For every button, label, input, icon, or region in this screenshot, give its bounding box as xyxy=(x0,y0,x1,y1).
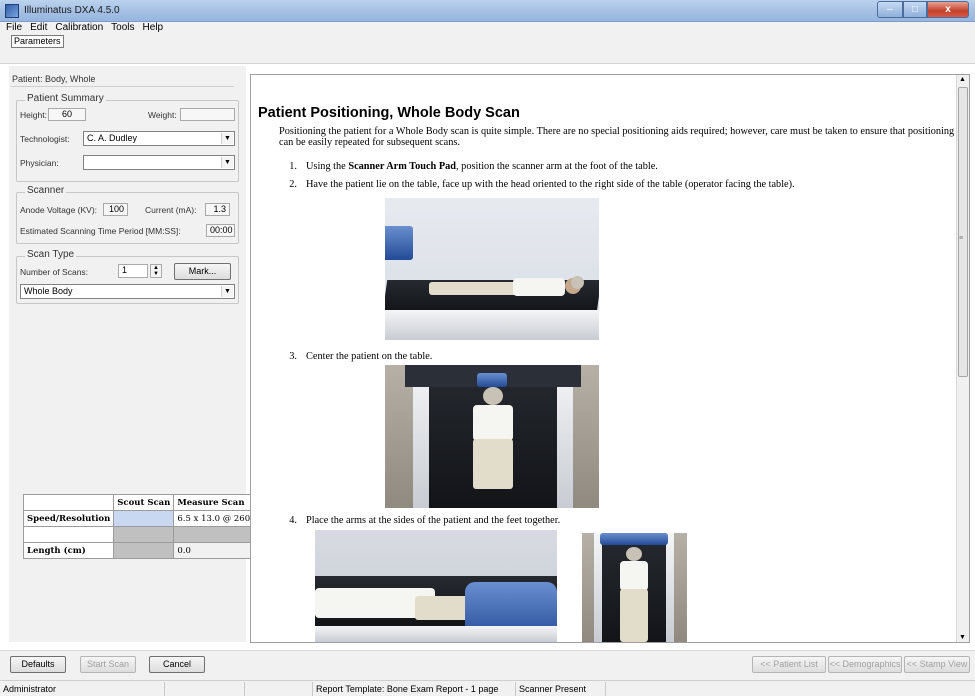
close-button[interactable]: x xyxy=(927,1,969,18)
number-of-scans-field[interactable]: 1 xyxy=(118,264,148,278)
status-empty-2 xyxy=(245,682,313,696)
step-text: , position the scanner arm at the foot o… xyxy=(456,161,658,172)
speed-resolution-label: Speed/Resolution xyxy=(22,510,115,527)
status-bar: Administrator Report Template: Bone Exam… xyxy=(0,680,975,696)
scroll-up-icon[interactable]: ▲ xyxy=(959,76,966,83)
length-label: Length (cm) xyxy=(22,542,115,559)
photo-feet-together xyxy=(582,533,687,642)
scan-time-field: 00:00 xyxy=(206,224,235,237)
tab-parameters[interactable]: Parameters xyxy=(11,35,64,48)
menu-file[interactable]: File xyxy=(0,22,26,34)
mark-button[interactable]: Mark... xyxy=(174,263,231,280)
step-text: Center the patient on the table. xyxy=(306,351,433,362)
measure-speed-cell[interactable]: 6.5 x 13.0 @ 260.0 xyxy=(173,510,263,527)
parameters-panel: Patient: Body, Whole Patient Summary Hei… xyxy=(9,66,263,696)
scout-length-cell xyxy=(113,542,175,559)
help-document-panel: Patient Positioning, Whole Body Scan Pos… xyxy=(250,74,970,643)
scanner-group: Scanner Anode Voltage (KV): 100 Current … xyxy=(16,185,239,244)
height-label: Height: xyxy=(20,110,47,120)
menu-bar: File Edit Calibration Tools Help xyxy=(0,22,975,34)
minimize-button[interactable]: – xyxy=(877,1,903,18)
step-text: Place the arms at the sides of the patie… xyxy=(306,515,561,526)
scout-scan-header: Scout Scan xyxy=(113,494,175,511)
step-bold-text: Scanner Arm Touch Pad xyxy=(348,161,457,172)
patient-list-button[interactable]: << Patient List xyxy=(752,656,826,673)
document-content: Patient Positioning, Whole Body Scan Pos… xyxy=(251,75,957,642)
scanner-title: Scanner xyxy=(25,185,67,196)
number-of-scans-label: Number of Scans: xyxy=(20,267,89,277)
status-empty-1 xyxy=(165,682,245,696)
scan-type-select[interactable]: Whole Body ▼ xyxy=(20,284,235,299)
weight-field[interactable] xyxy=(180,108,235,121)
stamp-view-button[interactable]: << Stamp View xyxy=(904,656,970,673)
document-intro: Positioning the patient for a Whole Body… xyxy=(279,126,955,148)
physician-label: Physician: xyxy=(20,158,59,168)
title-bar: Illuminatus DXA 4.5.0 – □ x xyxy=(0,0,975,22)
chevron-down-icon[interactable]: ▼ xyxy=(221,286,233,297)
scout-speed-cell[interactable] xyxy=(113,510,175,527)
anode-voltage-label: Anode Voltage (KV): xyxy=(20,205,98,215)
photo-arms-at-sides xyxy=(315,530,557,642)
measure-spacer-cell xyxy=(173,526,263,543)
status-empty-3 xyxy=(606,682,975,696)
chevron-down-icon[interactable]: ▼ xyxy=(221,157,233,168)
physician-select[interactable]: ▼ xyxy=(83,155,235,170)
scan-type-title: Scan Type xyxy=(25,249,77,260)
maximize-button[interactable]: □ xyxy=(903,1,927,18)
patient-summary-group: Patient Summary Height: 60 Weight: Techn… xyxy=(16,93,239,182)
patient-summary-title: Patient Summary xyxy=(25,93,106,104)
app-icon xyxy=(5,4,19,18)
document-title: Patient Positioning, Whole Body Scan xyxy=(258,105,520,121)
document-vertical-scrollbar[interactable]: ▲ ≡ ▼ xyxy=(956,75,969,642)
scan-type-group: Scan Type Number of Scans: 1 ▲ ▼ Mark... … xyxy=(16,249,239,304)
technologist-value: C. A. Dudley xyxy=(87,133,138,143)
current-label: Current (mA): xyxy=(145,205,197,215)
height-field[interactable]: 60 xyxy=(48,108,86,121)
photo-patient-centered-on-table xyxy=(385,365,599,508)
demographics-button[interactable]: << Demographics xyxy=(828,656,902,673)
technologist-select[interactable]: C. A. Dudley ▼ xyxy=(83,131,235,146)
menu-calibration[interactable]: Calibration xyxy=(51,22,107,34)
cancel-button[interactable]: Cancel xyxy=(149,656,205,673)
anode-voltage-field: 100 xyxy=(103,203,128,216)
bottom-button-bar: Defaults Start Scan Cancel << Patient Li… xyxy=(0,650,975,680)
menu-help[interactable]: Help xyxy=(139,22,168,34)
grid-spacer-cell xyxy=(22,526,115,543)
status-scanner: Scanner Present xyxy=(516,682,606,696)
step-text: Using the xyxy=(306,161,349,172)
toolbar: Parameters xyxy=(0,34,975,64)
weight-label: Weight: xyxy=(148,110,177,120)
scout-spacer-cell xyxy=(113,526,175,543)
menu-tools[interactable]: Tools xyxy=(107,22,138,34)
chevron-down-icon[interactable]: ▼ xyxy=(221,133,233,144)
scrollbar-grip-icon: ≡ xyxy=(959,235,964,242)
measure-scan-header: Measure Scan xyxy=(173,494,263,511)
menu-edit[interactable]: Edit xyxy=(26,22,51,34)
photo-patient-lying-on-table xyxy=(385,198,599,340)
start-scan-button[interactable]: Start Scan xyxy=(80,656,136,673)
patient-label: Patient: Body, Whole xyxy=(11,74,234,87)
step-number: 3. xyxy=(289,351,297,362)
step-number: 2. xyxy=(289,179,297,190)
status-report-template: Report Template: Bone Exam Report - 1 pa… xyxy=(313,682,516,696)
status-user: Administrator xyxy=(0,682,165,696)
defaults-button[interactable]: Defaults xyxy=(10,656,66,673)
window-controls: – □ x xyxy=(877,1,969,19)
measure-length-cell[interactable]: 0.0 xyxy=(173,542,263,559)
technologist-label: Technologist: xyxy=(20,134,70,144)
scroll-down-icon[interactable]: ▼ xyxy=(959,634,966,641)
grid-corner xyxy=(22,494,115,511)
scrollbar-thumb[interactable] xyxy=(958,87,968,377)
scan-time-label: Estimated Scanning Time Period [MM:SS]: xyxy=(20,226,181,236)
step-number: 1. xyxy=(289,161,297,172)
step-text: Have the patient lie on the table, face … xyxy=(306,179,795,190)
step-number: 4. xyxy=(289,515,297,526)
current-field: 1.3 xyxy=(205,203,230,216)
number-of-scans-spinner[interactable]: ▲ ▼ xyxy=(150,264,162,278)
scan-parameters-grid: Scout Scan Measure Scan Speed/Resolution… xyxy=(22,494,263,559)
window-title: Illuminatus DXA 4.5.0 xyxy=(24,5,120,16)
scan-type-value: Whole Body xyxy=(24,286,73,296)
